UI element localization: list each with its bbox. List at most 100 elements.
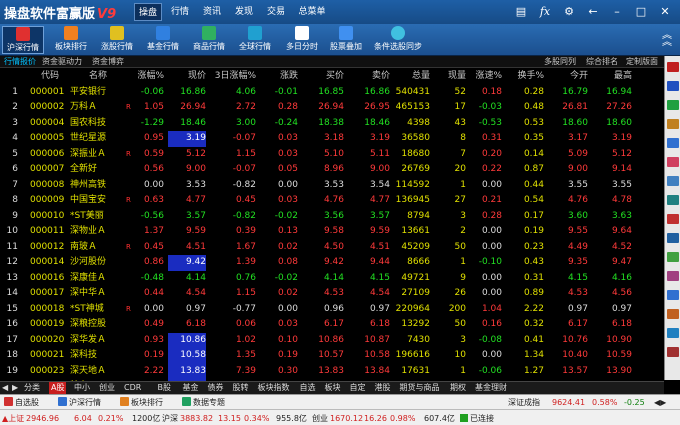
table-row[interactable]: 16 000019 深粮控股 0.49 6.18 0.06 0.03 6.17 6.18 1329… bbox=[0, 317, 664, 333]
news-icon[interactable] bbox=[667, 119, 679, 129]
market-tab[interactable]: CDR bbox=[124, 382, 141, 394]
col-speed-header[interactable]: 涨速% bbox=[468, 69, 502, 85]
col-bid-header[interactable]: 买价 bbox=[300, 69, 344, 85]
col-current-vol-header[interactable]: 现量 bbox=[432, 69, 466, 85]
fund-flow-icon[interactable] bbox=[667, 100, 679, 110]
more-icon[interactable] bbox=[667, 347, 679, 357]
market-tab[interactable]: 股转 bbox=[233, 382, 249, 394]
tb-global-quotes-button[interactable]: 全球行情 bbox=[234, 26, 276, 54]
market-tab[interactable]: 板块指数 bbox=[258, 382, 290, 394]
market-tab[interactable]: 中小 bbox=[74, 382, 90, 394]
level2-icon[interactable] bbox=[667, 252, 679, 262]
table-row[interactable]: 10 000011 深物业Ａ 1.37 9.59 0.39 0.13 9.58 9.59 1366… bbox=[0, 224, 664, 240]
col-high-header[interactable]: 最高 bbox=[590, 69, 632, 85]
market-tab[interactable]: 基金理财 bbox=[475, 382, 507, 394]
minimize-icon[interactable]: – bbox=[608, 3, 626, 21]
col-change-header[interactable]: 涨跌 bbox=[258, 69, 298, 85]
compare-icon[interactable] bbox=[667, 328, 679, 338]
link-watchlist[interactable]: 自选股 bbox=[4, 396, 39, 409]
ticker-scroll-icon[interactable]: ◀▶ bbox=[654, 396, 666, 409]
link-hs-quotes[interactable]: 沪深行情 bbox=[58, 396, 101, 409]
market-tab[interactable]: 期货与商品 bbox=[400, 382, 440, 394]
quote-icon[interactable] bbox=[667, 62, 679, 72]
col-open-header[interactable]: 今开 bbox=[546, 69, 588, 85]
tab-custom-layout[interactable]: 定制版面 bbox=[626, 56, 658, 68]
alert-icon[interactable] bbox=[667, 157, 679, 167]
table-row[interactable]: 19 000023 深天地Ａ 2.22 13.83 7.39 0.30 13.83 13.84 1… bbox=[0, 363, 664, 379]
tab-overall-rank[interactable]: 综合排名 bbox=[586, 56, 618, 68]
tb-commodity-quotes-button[interactable]: 商品行情 bbox=[188, 26, 230, 54]
close-icon[interactable]: ✕ bbox=[656, 3, 674, 21]
col-volume-header[interactable]: 总量 bbox=[390, 69, 430, 85]
skin-icon[interactable]: ▤ bbox=[512, 3, 530, 21]
chart-icon[interactable] bbox=[667, 81, 679, 91]
menu-all[interactable]: 总菜单 bbox=[294, 3, 330, 21]
market-tab[interactable]: 港股 bbox=[375, 382, 391, 394]
tb-sector-rank-button[interactable]: 板块排行 bbox=[50, 26, 92, 54]
tb-fund-quotes-button[interactable]: 基金行情 bbox=[142, 26, 184, 54]
screener-icon[interactable] bbox=[667, 176, 679, 186]
maximize-icon[interactable]: □ bbox=[632, 3, 650, 21]
table-row[interactable]: 1 000001 平安银行 -0.06 16.86 4.06 -0.01 16.85 16.86… bbox=[0, 85, 664, 101]
market-tab[interactable]: 债券 bbox=[208, 382, 224, 394]
market-tab[interactable]: 基金 bbox=[183, 382, 199, 394]
research-icon[interactable] bbox=[667, 271, 679, 281]
market-tab[interactable]: 期权 bbox=[450, 382, 466, 394]
tb-screener-sync-button[interactable]: 条件选股同步 bbox=[374, 26, 422, 54]
market-tab[interactable]: 板块 bbox=[325, 382, 341, 394]
market-tab[interactable]: 自定 bbox=[350, 382, 366, 394]
tab-multi-stock[interactable]: 多股同列 bbox=[544, 56, 576, 68]
settings-icon[interactable]: ⚙ bbox=[560, 3, 578, 21]
tab-quote-board[interactable]: 行情报价 bbox=[4, 56, 36, 68]
tb-rising-quotes-button[interactable]: 涨股行情 bbox=[96, 26, 138, 54]
col-code-header[interactable]: 代码 bbox=[30, 69, 70, 85]
market-tab[interactable]: 自选 bbox=[300, 382, 316, 394]
table-row[interactable]: 9 000010 *ST美丽 -0.56 3.57 -0.82 -0.02 3.56 3.57 8… bbox=[0, 209, 664, 225]
tabstrip-left-arrow-icon[interactable]: ◀ bbox=[2, 382, 8, 394]
menu-trade[interactable]: 交易 bbox=[262, 3, 290, 21]
portfolio-icon[interactable] bbox=[667, 233, 679, 243]
table-row[interactable]: 11 000012 南玻Ａ R 0.45 4.51 1.67 0.02 4.50 4.51 4520… bbox=[0, 240, 664, 256]
market-tab[interactable]: B股 bbox=[158, 382, 172, 394]
table-row[interactable]: 14 000017 深中华Ａ 0.44 4.54 1.15 0.02 4.53 4.54 2710… bbox=[0, 286, 664, 302]
menu-discover[interactable]: 发现 bbox=[230, 3, 258, 21]
table-row[interactable]: 6 000007 全新好 0.56 9.00 -0.07 0.05 8.96 9.00 26769… bbox=[0, 162, 664, 178]
link-data-topics[interactable]: 数据专题 bbox=[182, 396, 225, 409]
calendar-side-icon[interactable] bbox=[667, 290, 679, 300]
menu-quotes[interactable]: 行情 bbox=[166, 3, 194, 21]
market-tab[interactable]: 分类 bbox=[24, 382, 40, 394]
warning-icon[interactable] bbox=[667, 309, 679, 319]
market-tab[interactable]: A股 bbox=[49, 382, 67, 394]
hot-icon[interactable] bbox=[667, 214, 679, 224]
formula-icon[interactable]: fx bbox=[536, 3, 554, 21]
table-row[interactable]: 17 000020 深华发Ａ 0.93 10.86 1.02 0.10 10.86 10.87 7… bbox=[0, 332, 664, 348]
tabstrip-right-arrow-icon[interactable]: ▶ bbox=[12, 382, 18, 394]
link-sector-rank[interactable]: 板块排行 bbox=[120, 396, 163, 409]
market-tab[interactable]: 创业 bbox=[99, 382, 115, 394]
table-row[interactable]: 13 000016 深康佳Ａ -0.48 4.14 0.76 -0.02 4.14 4.15 49… bbox=[0, 271, 664, 287]
tb-stock-overlay-button[interactable]: 股票叠加 bbox=[326, 26, 366, 54]
menu-trade-ops[interactable]: 操盘 bbox=[134, 3, 162, 21]
tab-capital-game[interactable]: 资金博弈 bbox=[92, 56, 124, 68]
table-row[interactable]: 18 000021 深科技 0.19 10.58 1.35 0.19 10.57 10.58 19… bbox=[0, 348, 664, 364]
table-row[interactable]: 12 000014 沙河股份 0.86 9.42 1.39 0.08 9.42 9.44 8666… bbox=[0, 255, 664, 271]
table-row[interactable]: 2 000002 万科Ａ R 1.05 26.94 2.72 0.28 26.94 26.95 46… bbox=[0, 100, 664, 116]
menu-news[interactable]: 资讯 bbox=[198, 3, 226, 21]
col-ask-header[interactable]: 卖价 bbox=[346, 69, 390, 85]
collapse-toolbar-icon[interactable]: ︽ ︽ bbox=[662, 31, 674, 48]
table-row[interactable]: 4 000005 世纪星源 0.95 3.19 -0.07 0.03 3.18 3.19 3658… bbox=[0, 131, 664, 147]
table-row[interactable]: 3 000004 国农科技 -1.29 18.46 3.00 -0.24 18.38 18.46… bbox=[0, 116, 664, 132]
col-turnover-header[interactable]: 换手% bbox=[504, 69, 544, 85]
col-price-header[interactable]: 现价 bbox=[168, 69, 206, 85]
tab-capital-drive[interactable]: 资金驱动力 bbox=[42, 56, 82, 68]
f10-icon[interactable] bbox=[667, 138, 679, 148]
back-icon[interactable]: ← bbox=[584, 3, 602, 21]
table-row[interactable]: 5 000006 深振业Ａ R 0.59 5.12 1.15 0.03 5.10 5.11 1868… bbox=[0, 147, 664, 163]
table-row[interactable]: 7 000008 神州高铁 0.00 3.53 -0.82 0.00 3.53 3.54 1145… bbox=[0, 178, 664, 194]
table-row[interactable]: 8 000009 中国宝安 R 0.63 4.77 0.45 0.03 4.76 4.77 1369… bbox=[0, 193, 664, 209]
tb-hs-quotes-button[interactable]: 沪深行情 bbox=[2, 26, 44, 54]
sector-icon[interactable] bbox=[667, 195, 679, 205]
table-row[interactable]: 15 000018 *ST神城 R 0.00 0.97 -0.77 0.00 0.96 0.97 2… bbox=[0, 302, 664, 318]
tb-multiday-intraday-button[interactable]: 多日分时 bbox=[282, 26, 322, 54]
col-3day-header[interactable]: 3日涨幅% bbox=[210, 69, 256, 85]
